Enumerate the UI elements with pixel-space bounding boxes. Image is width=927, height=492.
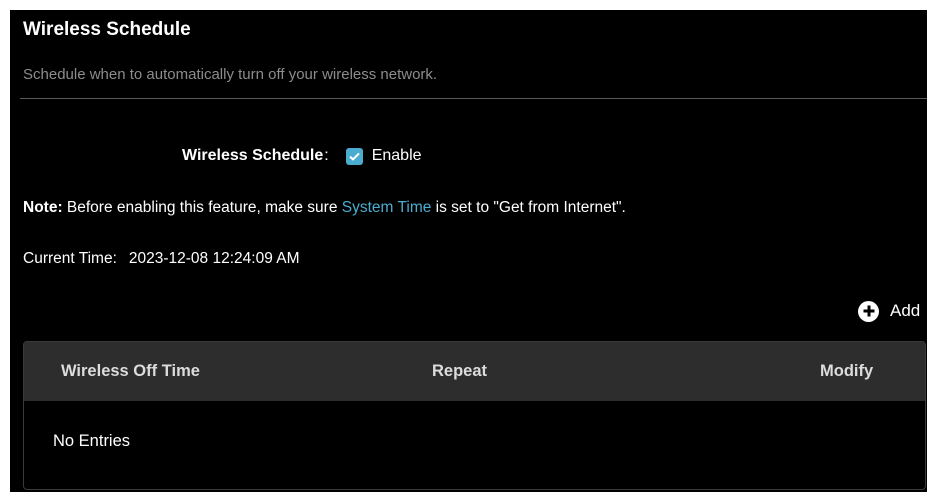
note-text: Note: Before enabling this feature, make… — [23, 199, 626, 217]
column-header-wireless-off-time: Wireless Off Time — [61, 362, 200, 380]
wireless-schedule-label: Wireless Schedule — [182, 147, 324, 164]
page-title: Wireless Schedule — [23, 19, 191, 40]
divider — [20, 98, 927, 99]
current-time-label: Current Time: — [23, 250, 117, 267]
add-label: Add — [890, 301, 921, 320]
plus-circle-icon — [858, 300, 879, 322]
system-time-link[interactable]: System Time — [342, 199, 432, 216]
enable-checkbox[interactable] — [345, 147, 363, 165]
enable-label[interactable]: Enable — [372, 147, 422, 165]
column-header-modify: Modify — [820, 362, 874, 380]
page-description: Schedule when to automatically turn off … — [23, 66, 438, 83]
note-prefix: Note: — [23, 199, 63, 216]
label-colon: : — [324, 147, 329, 164]
table-body: No Entries — [24, 401, 925, 489]
wireless-schedule-row: Wireless Schedule : Enable — [182, 145, 422, 167]
note-text-after-link: is set to "Get from Internet". — [431, 199, 626, 216]
current-time-value: 2023-12-08 12:24:09 AM — [128, 250, 300, 267]
table-header: Wireless Off Time Repeat Modify — [24, 342, 925, 401]
schedule-table: Wireless Off Time Repeat Modify No Entri… — [23, 341, 926, 490]
current-time-row: Current Time: 2023-12-08 12:24:09 AM — [23, 250, 300, 268]
note-text-before-link: Before enabling this feature, make sure — [62, 199, 342, 216]
wireless-schedule-panel: Wireless Schedule Schedule when to autom… — [10, 10, 927, 492]
add-button[interactable]: Add — [858, 299, 920, 323]
checkmark-icon — [349, 152, 360, 161]
column-header-repeat: Repeat — [432, 362, 488, 380]
empty-message: No Entries — [53, 432, 131, 450]
